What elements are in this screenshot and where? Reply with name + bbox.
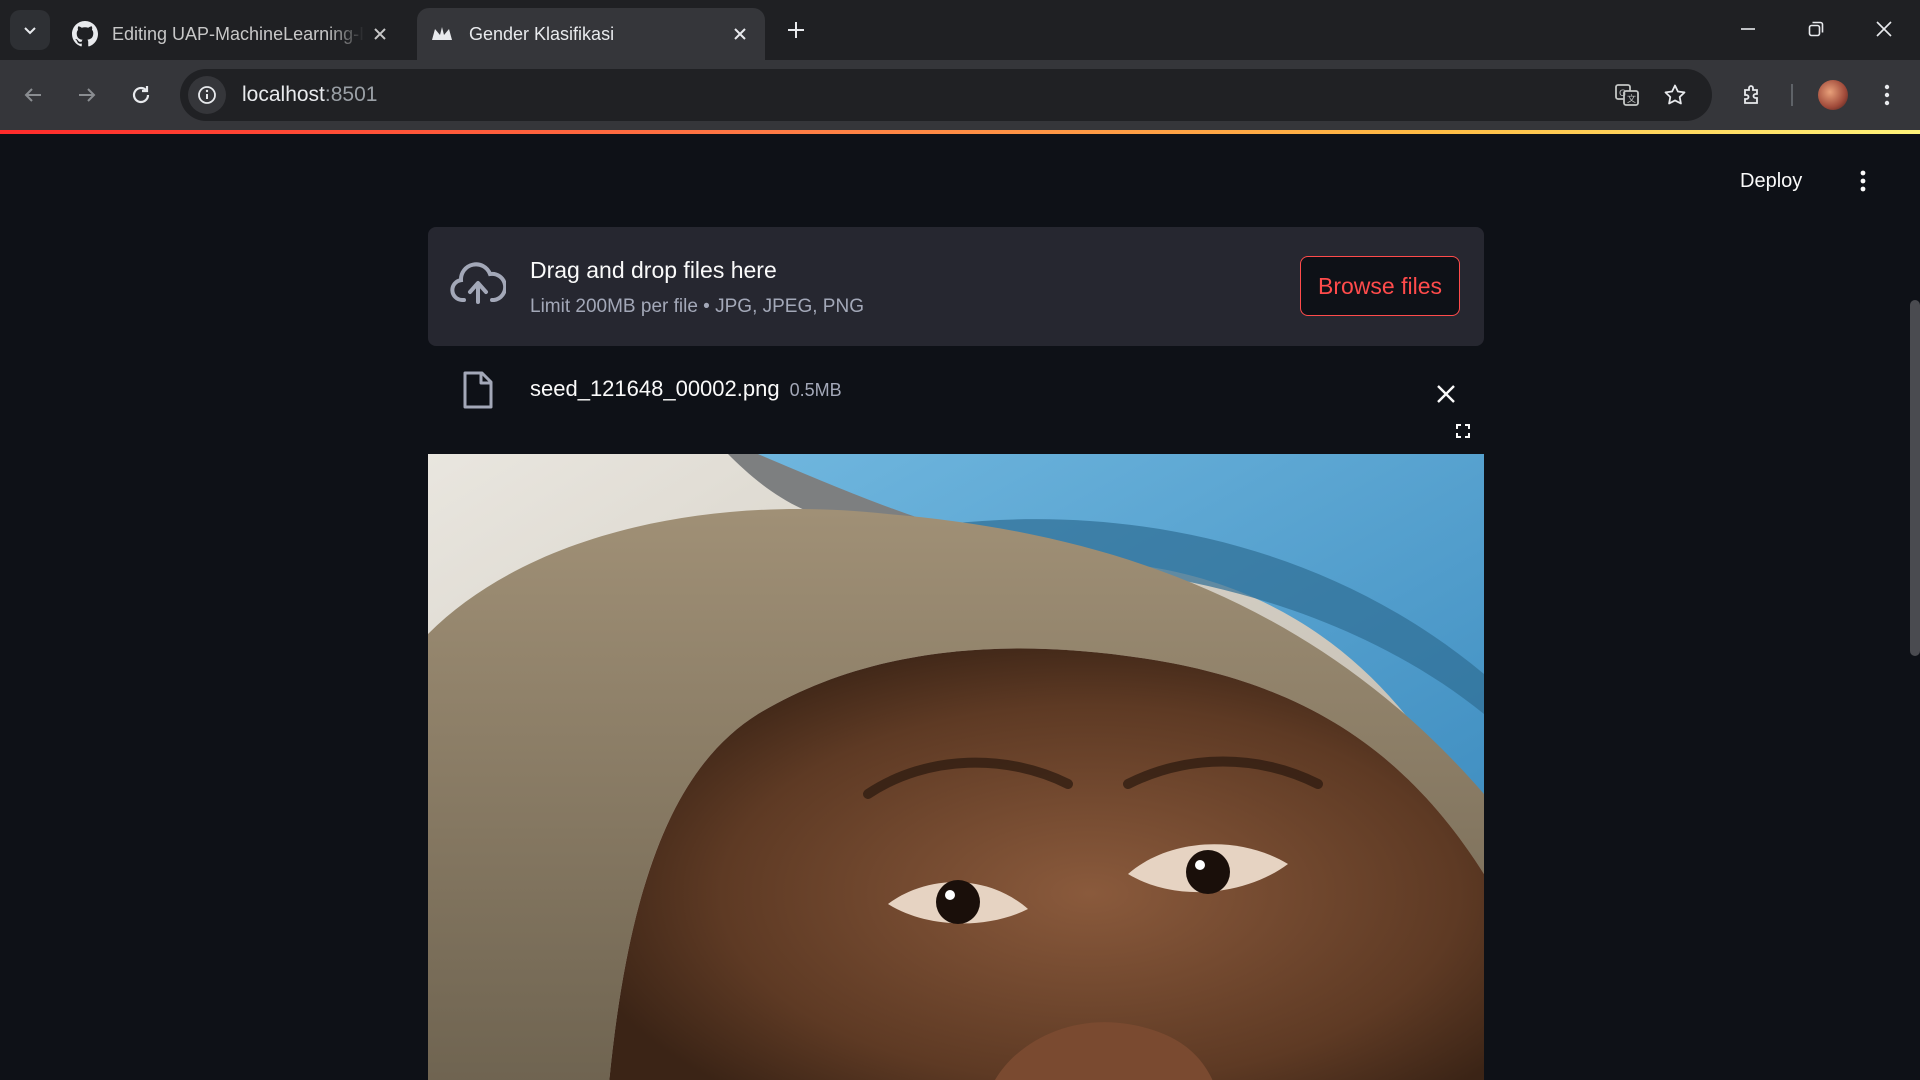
deploy-button[interactable]: Deploy	[1740, 170, 1802, 193]
minimize-icon	[1741, 28, 1755, 30]
toolbar-divider	[1791, 84, 1793, 106]
cloud-upload-icon	[450, 262, 506, 304]
info-icon	[198, 86, 216, 104]
forward-button[interactable]	[66, 74, 108, 116]
fullscreen-button[interactable]	[1446, 414, 1480, 448]
uploaded-file-row: seed_121648_00002.png 0.5MB	[428, 364, 1484, 424]
scrollbar-thumb[interactable]	[1910, 300, 1920, 656]
chevron-down-icon	[24, 27, 36, 35]
tab-title: Editing UAP-MachineLearning-I	[112, 23, 365, 44]
browser-menu-button[interactable]	[1866, 74, 1908, 116]
remove-file-button[interactable]	[1430, 378, 1462, 410]
extensions-button[interactable]	[1732, 74, 1774, 116]
address-bar[interactable]: localhost:8501 G文	[180, 69, 1712, 121]
streamlit-icon	[429, 21, 455, 47]
reload-button[interactable]	[120, 74, 162, 116]
tab-close-icon[interactable]	[365, 19, 395, 49]
back-button[interactable]	[12, 74, 54, 116]
tab-title: Gender Klasifikasi	[469, 23, 615, 44]
tab-search-button[interactable]	[10, 10, 50, 50]
github-icon	[72, 21, 98, 47]
restore-button[interactable]	[1790, 8, 1842, 50]
app-menu-button[interactable]	[1846, 164, 1880, 198]
minimize-button[interactable]	[1722, 8, 1774, 50]
more-vertical-icon	[1884, 84, 1890, 106]
app-main: Deploy Drag and drop files here Limit 20…	[0, 134, 1920, 1080]
url-host: localhost	[242, 83, 325, 106]
file-name: seed_121648_00002.png 0.5MB	[530, 376, 842, 402]
more-vertical-icon	[1860, 170, 1866, 192]
profile-avatar[interactable]	[1818, 80, 1848, 110]
site-info-button[interactable]	[188, 76, 226, 114]
translate-button[interactable]: G文	[1608, 76, 1646, 114]
close-window-button[interactable]	[1858, 8, 1910, 50]
translate-icon: G文	[1615, 84, 1639, 106]
url-text[interactable]: localhost:8501	[242, 83, 377, 107]
reload-icon	[132, 86, 150, 104]
dropzone-title: Drag and drop files here	[530, 257, 777, 283]
plus-icon	[788, 22, 804, 38]
bookmark-button[interactable]	[1656, 76, 1694, 114]
file-dropzone[interactable]: Drag and drop files here Limit 200MB per…	[428, 227, 1484, 346]
star-icon	[1664, 84, 1686, 105]
tab-gender-klasifikasi[interactable]: Gender Klasifikasi	[417, 8, 765, 60]
file-icon	[463, 371, 493, 409]
url-port: :8501	[324, 83, 378, 106]
fullscreen-icon	[1456, 424, 1470, 438]
dropzone-limit-text: Limit 200MB per file • JPG, JPEG, PNG	[530, 296, 864, 317]
tab-strip: Editing UAP-MachineLearning-I Gender Kla…	[0, 0, 1920, 60]
svg-text:文: 文	[1627, 93, 1636, 105]
browse-files-button[interactable]: Browse files	[1300, 256, 1460, 316]
browser-toolbar: localhost:8501 G文	[0, 60, 1920, 130]
uploaded-image-preview	[428, 454, 1484, 1080]
file-size: 0.5MB	[789, 380, 842, 400]
puzzle-icon	[1744, 85, 1758, 104]
arrow-right-icon	[79, 88, 96, 102]
tab-editing-uap[interactable]: Editing UAP-MachineLearning-I	[60, 8, 405, 60]
arrow-left-icon	[24, 88, 41, 102]
tab-close-icon[interactable]	[725, 19, 755, 49]
close-icon	[1437, 385, 1455, 403]
new-tab-button[interactable]	[780, 14, 812, 46]
svg-text:G: G	[1619, 89, 1626, 99]
file-name-text: seed_121648_00002.png	[530, 376, 780, 401]
restore-icon	[1808, 21, 1824, 37]
close-icon	[1876, 21, 1892, 37]
face-photo	[428, 454, 1484, 1080]
